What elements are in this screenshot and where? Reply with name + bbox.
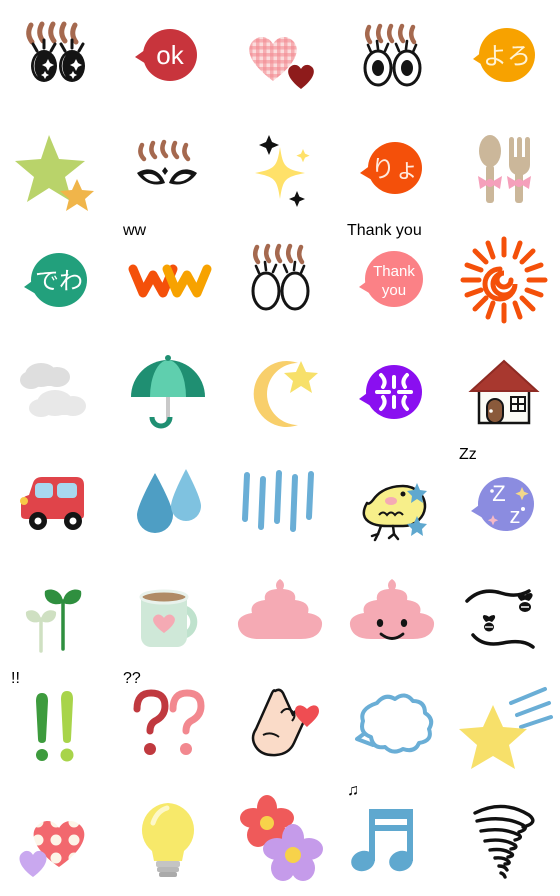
wide-eyes-with-brows-icon	[363, 23, 422, 87]
emoji-cell-ryo-speech-bubble[interactable]: りょ	[336, 112, 448, 224]
tornado-icon	[473, 804, 535, 879]
emoji-cell-finger-heart-hand[interactable]	[224, 672, 336, 784]
emoji-cell-tornado[interactable]	[448, 784, 560, 896]
umbrella-icon	[131, 355, 205, 429]
double-exclamation-icon: !!	[11, 670, 74, 762]
angry-vein-speech-bubble-icon	[359, 365, 422, 419]
ryo-speech-bubble-icon: りょ	[360, 142, 422, 194]
emoji-cell-tea-mug-heart[interactable]	[112, 560, 224, 672]
emoji-cell-polka-dot-hearts[interactable]	[0, 784, 112, 896]
emoji-cell-sparkle-eyes-with-brows[interactable]: Sparkling eyes	[0, 0, 112, 112]
yoro-speech-bubble-icon: よろ	[473, 28, 535, 82]
dewa-text: でわ	[35, 268, 83, 295]
sun-spiral-icon	[460, 236, 548, 324]
emoji-cell-sparkle-glitter[interactable]	[224, 112, 336, 224]
ok-text: ok	[156, 40, 184, 70]
ok-speech-bubble-icon: ok	[135, 29, 197, 81]
emoji-cell-shooting-star[interactable]	[448, 672, 560, 784]
emoji-cell-thank-you-speech-bubble[interactable]: Thank you Thank you	[336, 222, 448, 336]
emoji-cell-empty-speech-cloud[interactable]	[336, 672, 448, 784]
house-icon	[468, 359, 540, 425]
emoji-cell-cloud-pair[interactable]	[0, 336, 112, 448]
emoji-cell-flies-buzzing[interactable]	[448, 560, 560, 672]
thank-you-text-line1: Thank	[373, 263, 415, 280]
flies-buzzing-icon	[465, 589, 535, 649]
angry-eyes-with-brows-icon	[137, 139, 197, 185]
red-car-icon	[20, 477, 84, 530]
emoji-cell-light-bulb[interactable]	[112, 784, 224, 896]
gingham-hearts-icon	[249, 37, 314, 89]
emoji-cell-angry-vein-speech-bubble[interactable]	[336, 336, 448, 448]
music-notes-text: ♫	[347, 782, 359, 799]
emoji-cell-green-star-pair[interactable]	[0, 112, 112, 224]
ww-laugh-text-icon: ww	[122, 222, 212, 298]
emoji-cell-umbrella[interactable]	[112, 336, 224, 448]
emoji-cell-sun-spiral[interactable]	[448, 224, 560, 336]
crescent-moon-star-icon	[253, 361, 318, 427]
emoji-cell-two-flowers[interactable]	[224, 784, 336, 896]
thank-you-text: Thank you	[347, 222, 422, 239]
polka-dot-hearts-icon	[19, 821, 85, 877]
sprout-seedlings-icon	[25, 589, 82, 653]
double-exclamation-text: !!	[11, 670, 20, 687]
pink-poop-smiling-icon	[349, 579, 435, 640]
emoji-cell-pink-poop-smiling[interactable]	[336, 560, 448, 672]
light-bulb-icon	[141, 803, 195, 877]
pink-poop-icon	[237, 579, 323, 639]
double-question-icon: ??	[123, 670, 205, 755]
two-flowers-icon	[240, 795, 323, 881]
zz-text: Zz	[459, 446, 477, 463]
ryo-text: りょ	[371, 156, 419, 183]
zz-text-lower: z	[510, 503, 521, 528]
emoji-cell-yellow-bird[interactable]	[336, 448, 448, 560]
emoji-cell-ok-speech-bubble[interactable]: ok	[112, 0, 224, 112]
cloud-pair-icon	[20, 363, 86, 417]
emoji-cell-zz-sleep-speech-bubble[interactable]: Z z Zz	[448, 446, 560, 560]
emoji-cell-yoro-speech-bubble[interactable]: よろ	[448, 0, 560, 112]
emoji-cell-double-exclamation[interactable]: !!	[0, 670, 112, 784]
emoji-grid: Sparkling eyes	[0, 0, 560, 896]
finger-heart-hand-icon	[251, 688, 319, 757]
double-question-text: ??	[123, 670, 141, 687]
rain-lines-icon	[242, 470, 314, 532]
zz-sleep-speech-bubble-icon: Z z Zz	[459, 446, 534, 531]
emoji-cell-ww-laugh-text[interactable]: ww	[112, 222, 224, 336]
empty-speech-cloud-icon	[355, 693, 434, 754]
emoji-cell-crescent-moon-star[interactable]	[224, 336, 336, 448]
emoji-cell-rain-lines[interactable]	[224, 448, 336, 560]
sparkle-glitter-icon	[255, 135, 310, 207]
spoon-and-fork-icon	[478, 135, 531, 203]
emoji-cell-wide-eyes-with-brows[interactable]	[336, 0, 448, 112]
ww-text: ww	[122, 222, 147, 239]
emoji-cell-pink-poop[interactable]	[224, 560, 336, 672]
emoji-cell-gingham-hearts[interactable]	[224, 0, 336, 112]
emoji-cell-oval-eyes-with-brows[interactable]	[224, 224, 336, 336]
thank-you-text-line2: you	[382, 282, 406, 299]
emoji-cell-sprout-seedlings[interactable]	[0, 560, 112, 672]
emoji-cell-dewa-speech-bubble[interactable]: でわ	[0, 224, 112, 336]
sparkle-eyes-with-brows-icon	[26, 21, 85, 82]
shooting-star-icon	[459, 687, 553, 769]
emoji-cell-double-question[interactable]: ??	[112, 670, 224, 784]
yellow-bird-icon	[362, 483, 427, 542]
water-drops-icon	[137, 469, 201, 533]
green-star-pair-icon	[15, 135, 94, 211]
thank-you-speech-bubble-icon: Thank you Thank you	[347, 222, 423, 307]
emoji-cell-red-car[interactable]	[0, 448, 112, 560]
emoji-cell-angry-eyes-with-brows[interactable]	[112, 112, 224, 224]
emoji-cell-music-notes[interactable]: ♫	[336, 782, 448, 896]
dewa-speech-bubble-icon: でわ	[24, 253, 87, 307]
music-notes-icon: ♫	[347, 782, 413, 872]
zz-text-upper: Z	[492, 481, 505, 506]
emoji-cell-water-drops[interactable]	[112, 448, 224, 560]
yoro-text: よろ	[483, 43, 531, 70]
emoji-cell-house[interactable]	[448, 336, 560, 448]
oval-eyes-with-brows-icon	[251, 243, 310, 311]
emoji-cell-spoon-and-fork[interactable]	[448, 112, 560, 224]
tea-mug-heart-icon	[139, 589, 198, 647]
